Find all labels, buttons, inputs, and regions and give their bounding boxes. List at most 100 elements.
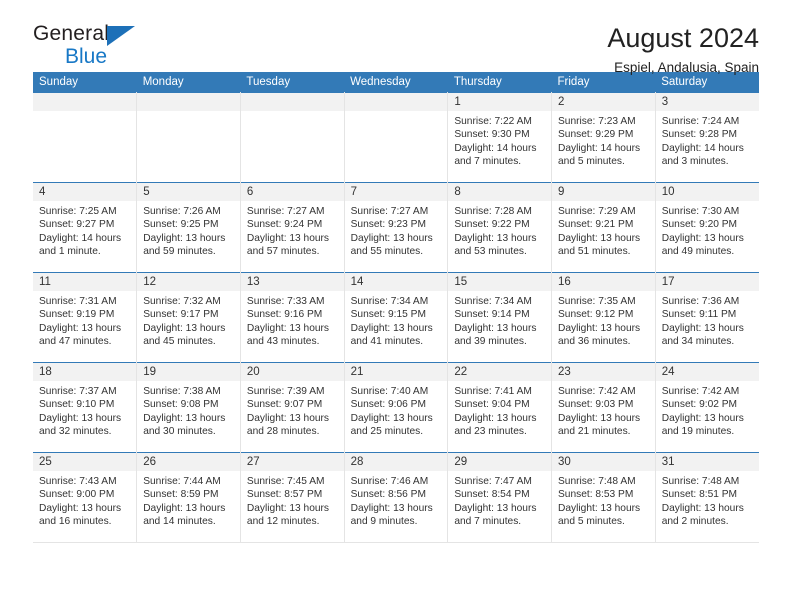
day-cell[interactable]: 20 Sunrise: 7:39 AM Sunset: 9:07 PM Dayligh… — [240, 362, 345, 453]
day-cell[interactable]: 6 Sunrise: 7:27 AM Sunset: 9:24 PM Daylight… — [240, 182, 345, 273]
sunrise-time: Sunrise: 7:27 AM — [246, 206, 325, 217]
daylight-duration-line1: Daylight: 14 hours — [454, 142, 537, 154]
day-cell[interactable]: 3 Sunrise: 7:24 AM Sunset: 9:28 PM Daylight… — [655, 92, 759, 183]
daylight-duration-line1: Daylight: 13 hours — [39, 412, 122, 424]
sunrise-time: Sunrise: 7:40 AM — [350, 386, 429, 397]
daylight-duration-line2: and 14 minutes. — [143, 516, 216, 528]
sunrise-time: Sunrise: 7:31 AM — [39, 296, 117, 307]
daylight-duration-line1: Daylight: 13 hours — [558, 502, 641, 514]
sunset-time: Sunset: 8:56 PM — [350, 489, 426, 501]
day-cell-details: Sunrise: 7:34 AM Sunset: 9:14 PM Daylight:… — [448, 291, 550, 349]
daylight-duration-line2: and 45 minutes. — [143, 336, 216, 348]
sunset-time: Sunset: 9:15 PM — [350, 309, 426, 321]
day-cell[interactable]: 28 Sunrise: 7:46 AM Sunset: 8:56 PM Dayligh… — [344, 452, 449, 543]
day-cell-empty[interactable] — [33, 92, 138, 183]
day-cell[interactable]: 8 Sunrise: 7:28 AM Sunset: 9:22 PM Daylight… — [447, 182, 553, 273]
day-cell-empty[interactable] — [136, 92, 241, 183]
daylight-duration-line2: and 55 minutes. — [350, 246, 424, 258]
sunrise-time: Sunrise: 7:37 AM — [39, 386, 117, 397]
general-blue-logo[interactable]: General Blue — [33, 22, 153, 70]
daylight-duration-line1: Daylight: 13 hours — [246, 412, 330, 424]
sunset-time: Sunset: 8:57 PM — [246, 489, 323, 501]
day-cell[interactable]: 15 Sunrise: 7:34 AM Sunset: 9:14 PM Dayligh… — [447, 272, 553, 363]
day-cell[interactable]: 24 Sunrise: 7:42 AM Sunset: 9:02 PM Dayligh… — [655, 362, 759, 453]
sunrise-time: Sunrise: 7:22 AM — [454, 116, 532, 127]
day-cell[interactable]: 9 Sunrise: 7:29 AM Sunset: 9:21 PM Daylight… — [551, 182, 656, 273]
sunset-time: Sunset: 9:12 PM — [558, 309, 634, 321]
day-cell[interactable]: 27 Sunrise: 7:45 AM Sunset: 8:57 PM Dayligh… — [240, 452, 345, 543]
day-cell[interactable]: 31 Sunrise: 7:48 AM Sunset: 8:51 PM Dayligh… — [655, 452, 759, 543]
day-cell[interactable]: 21 Sunrise: 7:40 AM Sunset: 9:06 PM Dayligh… — [344, 362, 449, 453]
daylight-duration-line2: and 16 minutes. — [39, 516, 112, 528]
sunrise-time: Sunrise: 7:36 AM — [661, 296, 740, 307]
day-cell[interactable]: 16 Sunrise: 7:35 AM Sunset: 9:12 PM Dayligh… — [551, 272, 656, 363]
day-number: 26 — [137, 453, 240, 471]
day-cell-empty[interactable] — [240, 92, 345, 183]
daylight-duration-line1: Daylight: 13 hours — [350, 232, 433, 244]
day-cell[interactable]: 14 Sunrise: 7:34 AM Sunset: 9:15 PM Dayligh… — [344, 272, 449, 363]
day-number: 9 — [552, 183, 655, 201]
sunset-time: Sunset: 8:53 PM — [558, 489, 634, 501]
daylight-duration-line1: Daylight: 13 hours — [350, 502, 433, 514]
day-cell[interactable]: 17 Sunrise: 7:36 AM Sunset: 9:11 PM Dayligh… — [655, 272, 759, 363]
day-cell-details: Sunrise: 7:29 AM Sunset: 9:21 PM Daylight:… — [552, 201, 654, 259]
day-cell[interactable]: 19 Sunrise: 7:38 AM Sunset: 9:08 PM Dayligh… — [136, 362, 241, 453]
day-number — [344, 93, 447, 111]
day-cell[interactable]: 7 Sunrise: 7:27 AM Sunset: 9:23 PM Daylight… — [344, 182, 449, 273]
sunrise-time: Sunrise: 7:30 AM — [661, 206, 740, 217]
sunrise-time: Sunrise: 7:47 AM — [454, 476, 532, 487]
daylight-duration-line1: Daylight: 13 hours — [350, 322, 433, 334]
day-cell[interactable]: 1 Sunrise: 7:22 AM Sunset: 9:30 PM Daylight… — [447, 92, 553, 183]
daylight-duration-line1: Daylight: 13 hours — [143, 412, 226, 424]
daylight-duration-line2: and 7 minutes. — [454, 516, 522, 528]
day-cell-details: Sunrise: 7:31 AM Sunset: 9:19 PM Daylight:… — [33, 291, 136, 349]
sunset-time: Sunset: 9:16 PM — [246, 309, 323, 321]
daylight-duration-line2: and 49 minutes. — [661, 246, 735, 258]
sunset-time: Sunset: 9:04 PM — [454, 399, 530, 411]
calendar-table: Sunday Monday Tuesday Wednesday Thursday… — [33, 72, 759, 543]
daylight-duration-line1: Daylight: 13 hours — [246, 232, 330, 244]
sunrise-time: Sunrise: 7:34 AM — [350, 296, 429, 307]
day-cell-empty[interactable] — [344, 92, 449, 183]
daylight-duration-line1: Daylight: 13 hours — [558, 412, 641, 424]
day-cell[interactable]: 11 Sunrise: 7:31 AM Sunset: 9:19 PM Dayligh… — [33, 272, 138, 363]
sunset-time: Sunset: 9:00 PM — [39, 489, 115, 501]
daylight-duration-line2: and 41 minutes. — [350, 336, 424, 348]
sunset-time: Sunset: 9:20 PM — [661, 219, 738, 231]
daylight-duration-line2: and 23 minutes. — [454, 426, 527, 438]
day-cell[interactable]: 25 Sunrise: 7:43 AM Sunset: 9:00 PM Dayligh… — [33, 452, 138, 543]
sunrise-time: Sunrise: 7:45 AM — [246, 476, 325, 487]
daylight-duration-line1: Daylight: 14 hours — [661, 142, 744, 154]
day-cell-details: Sunrise: 7:48 AM Sunset: 8:51 PM Daylight:… — [656, 471, 759, 529]
day-cell[interactable]: 4 Sunrise: 7:25 AM Sunset: 9:27 PM Daylight… — [33, 182, 138, 273]
day-cell[interactable]: 23 Sunrise: 7:42 AM Sunset: 9:03 PM Dayligh… — [551, 362, 656, 453]
day-cell[interactable]: 12 Sunrise: 7:32 AM Sunset: 9:17 PM Dayligh… — [136, 272, 241, 363]
day-cell[interactable]: 5 Sunrise: 7:26 AM Sunset: 9:25 PM Daylight… — [136, 182, 241, 273]
day-cell-details: Sunrise: 7:34 AM Sunset: 9:15 PM Daylight:… — [345, 291, 447, 349]
logo-triangle-icon — [107, 26, 135, 46]
sunset-time: Sunset: 9:10 PM — [39, 399, 115, 411]
day-number: 31 — [655, 453, 759, 471]
day-cell[interactable]: 18 Sunrise: 7:37 AM Sunset: 9:10 PM Dayligh… — [33, 362, 138, 453]
daylight-duration-line1: Daylight: 13 hours — [454, 502, 537, 514]
day-cell[interactable]: 30 Sunrise: 7:48 AM Sunset: 8:53 PM Dayligh… — [551, 452, 656, 543]
sunrise-time: Sunrise: 7:43 AM — [39, 476, 117, 487]
day-number: 17 — [655, 273, 759, 291]
day-cell[interactable]: 29 Sunrise: 7:47 AM Sunset: 8:54 PM Dayligh… — [447, 452, 553, 543]
day-cell[interactable]: 13 Sunrise: 7:33 AM Sunset: 9:16 PM Dayligh… — [240, 272, 345, 363]
day-cell[interactable]: 2 Sunrise: 7:23 AM Sunset: 9:29 PM Daylight… — [551, 92, 656, 183]
sunrise-time: Sunrise: 7:34 AM — [454, 296, 532, 307]
day-number: 6 — [240, 183, 344, 201]
daylight-duration-line2: and 34 minutes. — [661, 336, 735, 348]
day-cell-details: Sunrise: 7:24 AM Sunset: 9:28 PM Daylight:… — [656, 111, 759, 169]
daylight-duration-line1: Daylight: 13 hours — [246, 322, 330, 334]
sunrise-time: Sunrise: 7:26 AM — [143, 206, 221, 217]
day-cell[interactable]: 22 Sunrise: 7:41 AM Sunset: 9:04 PM Dayligh… — [447, 362, 553, 453]
day-cell[interactable]: 10 Sunrise: 7:30 AM Sunset: 9:20 PM Dayligh… — [655, 182, 759, 273]
daylight-duration-line2: and 1 minute. — [39, 246, 101, 258]
day-cell-details: Sunrise: 7:36 AM Sunset: 9:11 PM Daylight:… — [656, 291, 759, 349]
day-cell[interactable]: 26 Sunrise: 7:44 AM Sunset: 8:59 PM Dayligh… — [136, 452, 241, 543]
daylight-duration-line2: and 19 minutes. — [661, 426, 735, 438]
daylight-duration-line1: Daylight: 13 hours — [143, 232, 226, 244]
sunset-time: Sunset: 9:25 PM — [143, 219, 219, 231]
